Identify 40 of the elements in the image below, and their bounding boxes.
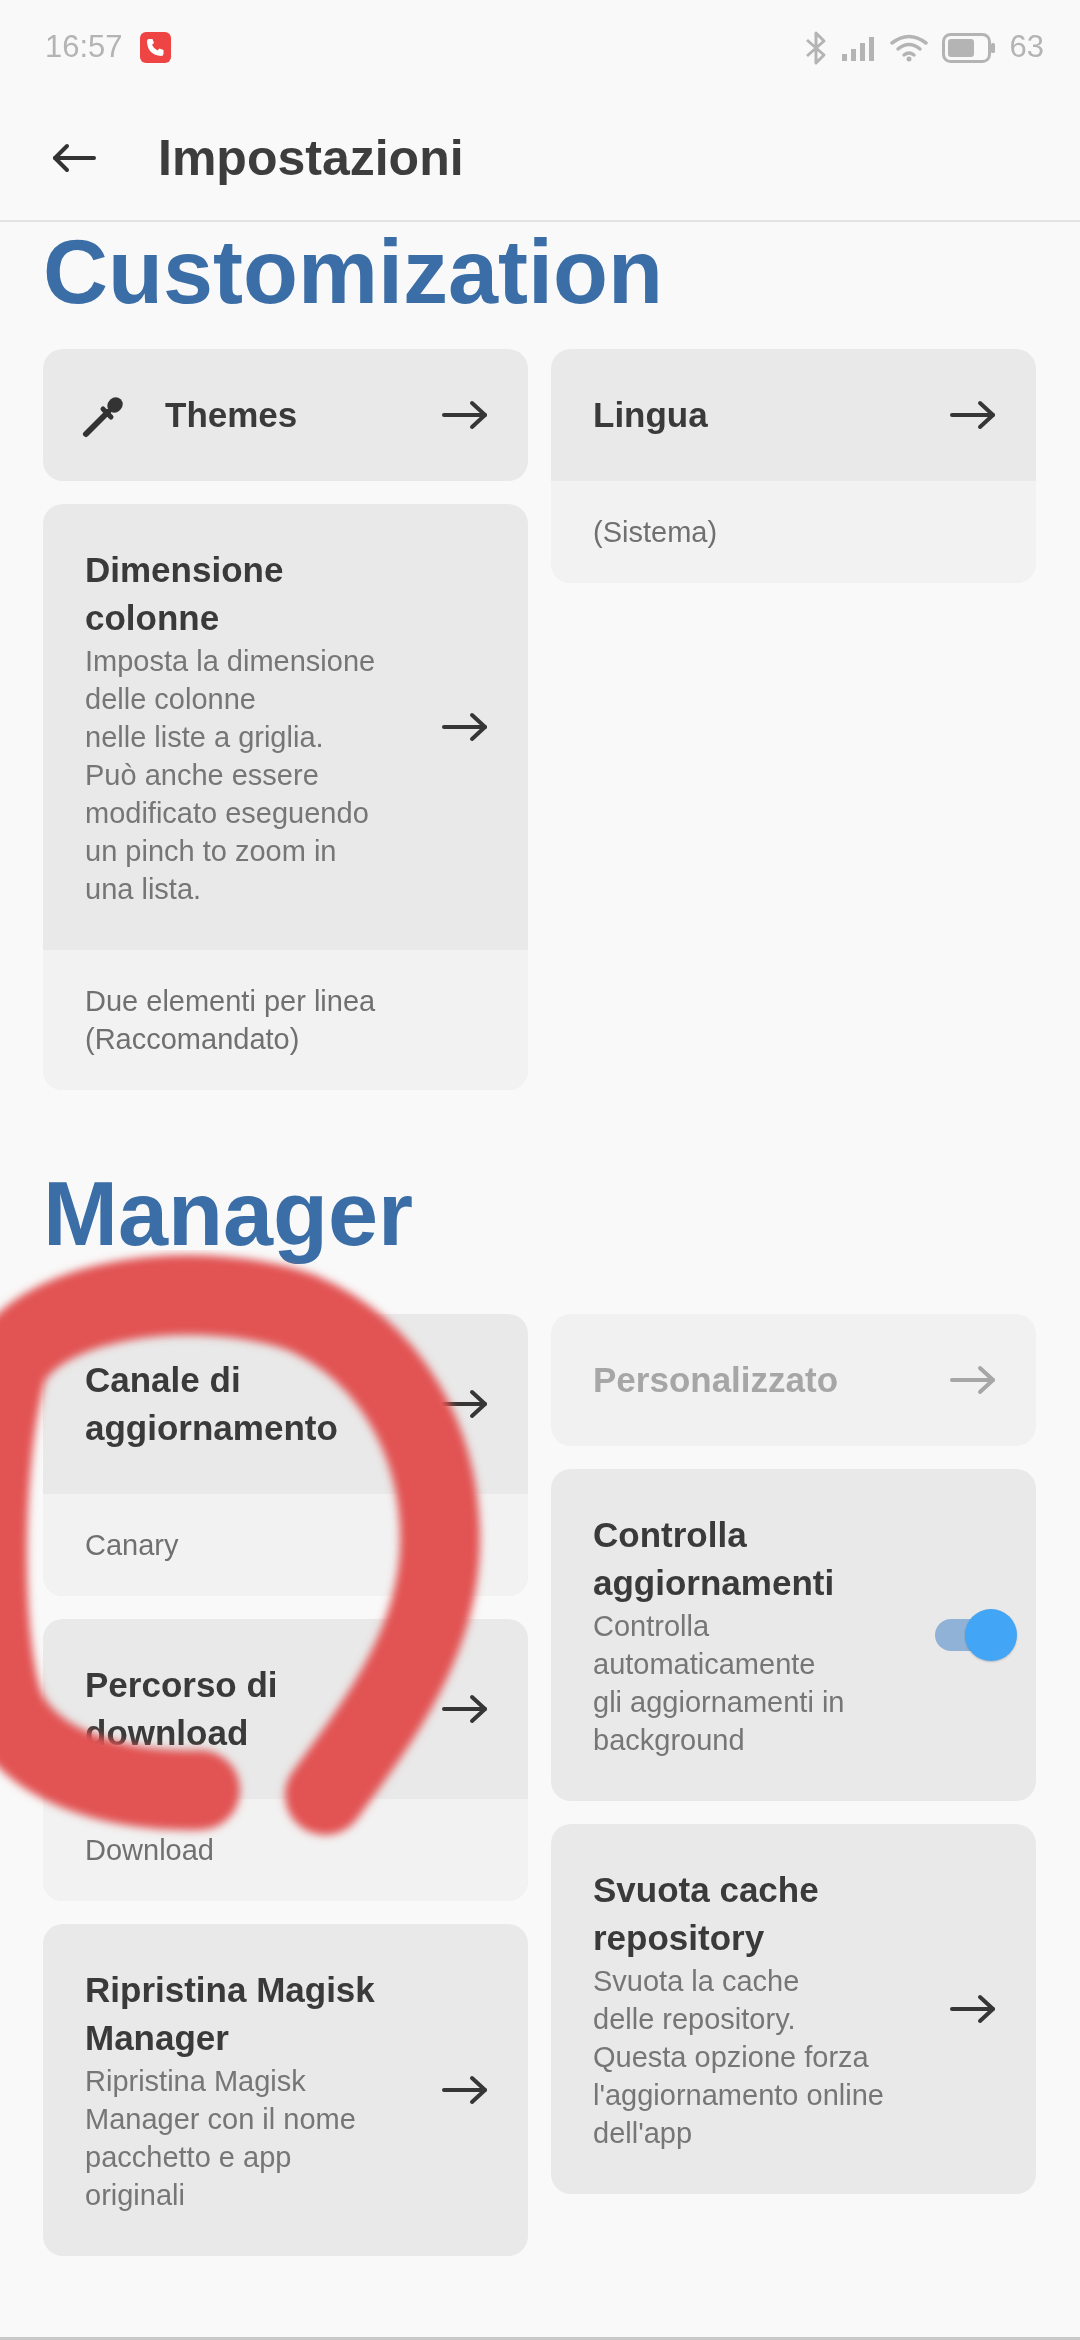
- setting-description: Svuota la cache delle repository. Questa opzione forza l'aggiornamento online dell'app: [593, 1964, 885, 2151]
- setting-title: Themes: [165, 394, 299, 436]
- setting-title: Lingua: [593, 394, 709, 436]
- back-icon[interactable]: [52, 142, 96, 173]
- battery-percent: 63: [1009, 30, 1044, 65]
- battery-icon: [941, 32, 996, 63]
- screen-title: Impostazioni: [158, 128, 464, 188]
- setting-description: Ripristina Magisk Manager con il nome pacchetto e app originali: [85, 2064, 357, 2213]
- setting-title: Personalizzato: [593, 1359, 840, 1401]
- setting-value: (Sistema): [551, 481, 1036, 583]
- wifi-icon: [889, 33, 928, 62]
- signal-icon: [841, 34, 876, 61]
- arrow-right-icon: [442, 2075, 488, 2105]
- setting-card[interactable]: Controlla aggiornamenti Controlla automaticamente gli aggiornamenti in background: [551, 1469, 1036, 1801]
- arrow-right-icon: [950, 1994, 996, 2024]
- setting-value: Due elementi per linea (Raccomandato): [43, 950, 528, 1090]
- section-heading: Manager: [43, 1164, 415, 1264]
- setting-card[interactable]: Svuota cache repository Svuota la cache delle repository. Questa opzione forza l'aggiornamento online dell'app: [551, 1824, 1036, 2194]
- arrow-right-icon: [950, 1365, 996, 1395]
- setting-title: Percorso di download: [85, 1664, 279, 1754]
- arrow-right-icon: [950, 400, 996, 430]
- arrow-right-icon: [442, 400, 488, 430]
- toggle-switch[interactable]: [935, 1609, 1017, 1661]
- bluetooth-icon: [803, 29, 828, 66]
- setting-title: Canale di aggiornamento: [85, 1359, 339, 1449]
- setting-card[interactable]: Dimensione colonne Imposta la dimensione delle colonne nelle liste a griglia. Può anche essere modificato eseguendo un pinch to zoom in una lista. Due elementi per linea (Raccomandato): [43, 504, 528, 1090]
- setting-card[interactable]: Themes: [43, 349, 528, 481]
- phone-call-icon: [139, 32, 171, 63]
- setting-card[interactable]: Lingua (Sistema): [551, 349, 1036, 583]
- arrow-right-icon: [442, 1694, 488, 1724]
- setting-title: Svuota cache repository: [593, 1869, 820, 1959]
- setting-description: Controlla automaticamente gli aggiornamenti in background: [593, 1609, 846, 1758]
- setting-title: Controlla aggiornamenti: [593, 1514, 836, 1604]
- arrow-right-icon: [442, 712, 488, 742]
- setting-title: Dimensione colonne: [85, 549, 285, 639]
- setting-description: Imposta la dimensione delle colonne nelle liste a griglia. Può anche essere modificato eseguendo un pinch to zoom in una lista.: [85, 644, 377, 907]
- status-time: 16:57: [45, 30, 123, 65]
- section-heading: Customization: [43, 222, 664, 322]
- setting-card[interactable]: Ripristina Magisk Manager Ripristina Magisk Manager con il nome pacchetto e app originali: [43, 1924, 528, 2256]
- setting-title: Ripristina Magisk Manager: [85, 1969, 376, 2059]
